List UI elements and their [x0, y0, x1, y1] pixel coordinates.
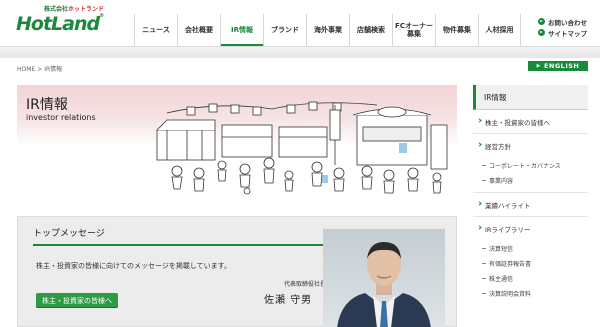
sidebar-sub-label: 事業内容 — [489, 178, 514, 185]
breadcrumb-home[interactable]: HOME — [17, 66, 35, 73]
nav-store-search[interactable]: 店舗検索 — [349, 14, 392, 46]
sidebar-item-label: 業績ハイライト — [485, 201, 531, 210]
dash-icon — [482, 278, 486, 279]
sidebar-sub-shareholder-letter[interactable]: 株主通信 — [473, 271, 588, 286]
sidebar-sub-briefing[interactable]: 決算説明会資料 — [473, 286, 588, 301]
dash-icon — [482, 165, 486, 166]
top-message-divider — [33, 244, 325, 246]
breadcrumb-current: IR情報 — [44, 66, 63, 73]
top-message-box: トップメッセージ 株主・投資家の皆様に向けてのメッセージを掲載しています。 代表… — [17, 216, 457, 327]
sitemap-link[interactable]: サイトマップ — [538, 27, 600, 38]
chevron-right-icon — [477, 201, 482, 206]
sidebar-nav: IR情報 株主・投資家の皆様へ 経営方針 コーポレート・ガバナンス 事業内容 業… — [473, 85, 588, 301]
sidebar-sub-label: 決算説明会資料 — [489, 291, 532, 298]
sidebar-heading[interactable]: IR情報 — [473, 85, 588, 110]
utility-links: お問い合わせ サイトマップ — [538, 16, 600, 38]
nav-ir[interactable]: IR情報 — [220, 14, 263, 46]
nav-fc-owner[interactable]: FCオーナー 募集 — [392, 14, 435, 46]
sidebar-item-label: IRライブラリー — [485, 226, 531, 234]
global-nav: ニュース 会社概要 IR情報 ブランド 海外事業 店舗検索 FCオーナー 募集 … — [134, 14, 521, 46]
english-label: ENGLISH — [543, 62, 580, 70]
logo-company-label: 株式会社ホットランド — [44, 6, 105, 13]
sidebar-sub-securities-report[interactable]: 有価証券報告書 — [473, 256, 588, 271]
sidebar-sub-label: 決算短信 — [489, 246, 514, 253]
nav-brand[interactable]: ブランド — [263, 14, 306, 46]
hotland-logo[interactable]: 株式会社ホットランド HotLand® — [12, 4, 122, 42]
dash-icon — [482, 293, 486, 294]
arrow-circle-icon — [538, 29, 545, 36]
nav-overseas[interactable]: 海外事業 — [306, 14, 349, 46]
hero-banner: IR情報 investor relations — [17, 85, 457, 197]
nav-fc-owner-line1: FCオーナー — [395, 22, 433, 30]
sidebar-sub-tanshin[interactable]: 決算短信 — [473, 241, 588, 256]
sidebar-sub-label: 有価証券報告書 — [489, 261, 532, 268]
nav-recruit[interactable]: 人材採用 — [478, 14, 521, 46]
president-name: 佐瀬 守男 — [264, 295, 313, 306]
president-photo — [323, 229, 445, 327]
nav-news[interactable]: ニュース — [134, 14, 177, 46]
top-message-text: 株主・投資家の皆様に向けてのメッセージを掲載しています。 — [36, 262, 231, 270]
sidebar-sub-governance[interactable]: コーポレート・ガバナンス — [473, 158, 588, 173]
hero-title: IR情報 — [26, 97, 68, 113]
arrow-circle-icon — [538, 18, 545, 25]
to-shareholders-button[interactable]: 株主・投資家の皆様へ — [36, 293, 118, 308]
sidebar-sub-label: コーポレート・ガバナンス — [489, 163, 561, 170]
contact-link[interactable]: お問い合わせ — [538, 16, 600, 27]
festival-illustration — [156, 101, 448, 195]
sidebar-item-policy[interactable]: 経営方針 — [473, 134, 588, 158]
breadcrumb-separator: > — [37, 66, 43, 73]
header-divider — [0, 46, 600, 58]
chevron-right-icon — [477, 118, 482, 123]
english-button[interactable]: ▶ ENGLISH — [528, 61, 588, 71]
sitemap-label: サイトマップ — [548, 29, 587, 38]
breadcrumb: HOME > IR情報 — [17, 64, 62, 73]
triangle-right-icon: ▶ — [536, 63, 541, 69]
nav-company[interactable]: 会社概要 — [177, 14, 220, 46]
president-role: 代表取締役社長 — [284, 281, 327, 288]
sidebar-item-shareholders[interactable]: 株主・投資家の皆様へ — [473, 110, 588, 134]
top-message-title: トップメッセージ — [33, 229, 105, 239]
nav-fc-owner-line2: 募集 — [407, 30, 421, 38]
chevron-right-icon — [477, 142, 482, 147]
page: 株式会社ホットランド HotLand® ニュース 会社概要 IR情報 ブランド … — [0, 0, 600, 327]
chevron-right-icon — [477, 225, 482, 230]
logo-wordmark: HotLand® — [16, 13, 104, 35]
hero-subtitle: investor relations — [26, 113, 96, 122]
sidebar-sub-business[interactable]: 事業内容 — [473, 173, 588, 188]
sidebar-item-highlights[interactable]: 業績ハイライト — [473, 193, 588, 217]
dash-icon — [482, 180, 486, 181]
dash-icon — [482, 248, 486, 249]
sidebar-item-label: 株主・投資家の皆様へ — [485, 118, 550, 127]
nav-property[interactable]: 物件募集 — [435, 14, 478, 46]
contact-label: お問い合わせ — [548, 18, 587, 27]
sidebar-item-label: 経営方針 — [485, 143, 511, 151]
sidebar-sub-label: 株主通信 — [489, 276, 514, 283]
site-header: 株式会社ホットランド HotLand® ニュース 会社概要 IR情報 ブランド … — [0, 0, 600, 46]
dash-icon — [482, 263, 486, 264]
sidebar-item-library[interactable]: IRライブラリー — [473, 217, 588, 241]
